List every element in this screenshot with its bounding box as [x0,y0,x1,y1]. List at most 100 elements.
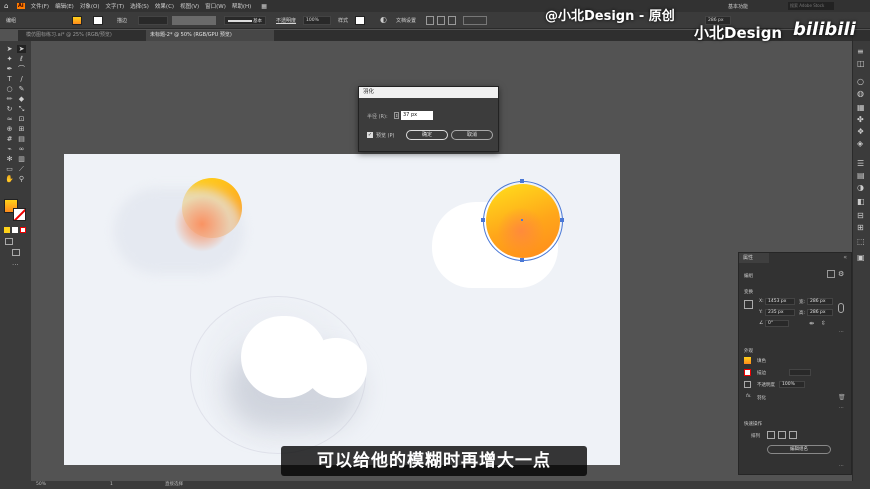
more-transform-icon[interactable]: ··· [839,329,844,335]
recolor-icon[interactable]: ◐ [380,15,387,24]
anchor-point-right[interactable] [560,218,564,222]
width-tool-icon[interactable]: ≈ [5,115,14,123]
angle-field[interactable]: 0° [765,320,789,327]
properties-dock-icon[interactable]: ≡ [857,47,864,56]
graphic-styles-dock-icon[interactable]: ◈ [857,139,863,148]
delete-effect-icon[interactable]: 🗑 [838,394,846,401]
free-transform-icon[interactable]: ⊡ [17,115,26,123]
align-right-icon[interactable] [448,16,456,25]
w-field[interactable]: 286 px [807,298,833,305]
screen-mode-icon[interactable] [12,249,20,256]
symbol-sprayer-icon[interactable]: ✻ [5,155,14,163]
x-field[interactable]: 1453 px [765,298,795,305]
swatches-dock-icon[interactable]: ▦ [857,103,865,112]
more-actions-icon[interactable]: ··· [839,463,844,469]
rotate-tool-icon[interactable]: ↻ [5,105,14,113]
align-center-icon[interactable] [437,16,445,25]
lasso-icon[interactable]: ℓ [17,55,26,63]
cancel-button[interactable]: 取消 [451,130,493,140]
artboard[interactable] [64,154,620,465]
workspace-switcher[interactable]: 基本功能 [728,3,748,10]
menu-type[interactable]: 文字(T) [105,2,124,10]
stroke-weight-input[interactable] [789,369,811,376]
type-tool-icon[interactable]: T [5,75,14,83]
blend-tool-icon[interactable]: ∞ [17,145,26,153]
page-nav[interactable]: 1 [110,481,113,489]
none-mode-icon[interactable] [20,227,26,233]
reference-point-icon[interactable] [744,300,753,309]
stroke-dock-icon[interactable]: ☰ [857,159,864,168]
effect-feather-label[interactable]: 羽化 [757,395,766,401]
arrange-forward-icon[interactable] [778,431,786,439]
pathfinder-dock-icon[interactable]: ⊞ [857,223,864,232]
tab-icon-practice[interactable]: 模仿图标练习.ai* @ 25% (RGB/预览) [22,30,142,41]
draw-mode-icon[interactable] [5,238,13,245]
selection-tool-icon[interactable]: ➤ [5,45,14,53]
constrain-proportions-icon[interactable] [838,303,844,313]
panel-close-icon[interactable]: « [843,254,847,261]
transform-dock-icon[interactable]: ⬚ [857,237,865,246]
menu-edit[interactable]: 编辑(E) [55,2,74,10]
preview-checkbox[interactable]: ✓ [367,132,373,138]
curvature-tool-icon[interactable]: ⌒ [17,65,26,73]
tab-untitled-2[interactable]: 未标题-2* @ 50% (RGB/GPU 预览) [146,30,274,41]
menu-view[interactable]: 视图(V) [180,2,199,10]
selection-bounding-circle[interactable] [483,181,563,261]
sun-cloud-icon-blurred[interactable] [114,178,254,274]
transparency-dock-icon[interactable]: ◑ [857,183,864,192]
fill-swatch[interactable] [72,16,82,25]
edit-group-button[interactable]: 编辑组名 [767,445,831,454]
perspective-grid-icon[interactable]: ⊞ [17,125,26,133]
radius-input[interactable]: 37 px [401,111,433,120]
hand-tool-icon[interactable]: ✋ [5,175,14,183]
center-point[interactable] [521,219,523,221]
flip-vertical-icon[interactable]: ⇳ [821,320,826,327]
opacity-field[interactable]: 100% [303,16,331,25]
appearance-dock-icon[interactable]: ◧ [857,197,865,206]
opacity-input[interactable]: 100% [779,381,805,388]
gradient-dock-icon[interactable]: ▤ [857,171,865,180]
layout-icon[interactable]: ▦ [261,3,267,10]
eyedropper-icon[interactable]: ⌁ [5,145,14,153]
graph-tool-icon[interactable]: ▥ [17,155,26,163]
anchor-point-left[interactable] [481,218,485,222]
search-stock-input[interactable]: 搜索 Adobe Stock [788,2,834,10]
color-mode-icon[interactable] [4,227,10,233]
zoom-tool-icon[interactable]: ⚲ [17,175,26,183]
direct-selection-tool-icon[interactable]: ➤ [17,45,26,53]
appearance-fill-swatch[interactable] [744,357,751,364]
more-tools-icon[interactable]: ··· [12,261,19,269]
slice-tool-icon[interactable]: ⟋ [17,165,26,173]
arrange-front-icon[interactable] [767,431,775,439]
h-field[interactable]: 286 px [807,309,833,316]
zoom-field[interactable]: 50% [36,481,46,489]
ok-button[interactable]: 确定 [406,130,448,140]
variable-width-field[interactable] [172,16,216,25]
pencil-icon[interactable]: ✏ [5,95,14,103]
flip-horizontal-icon[interactable]: ⇹ [809,320,814,327]
magic-wand-icon[interactable]: ✦ [5,55,14,63]
radius-stepper-icon[interactable]: ⇕ [394,112,399,119]
mesh-tool-icon[interactable]: # [5,135,14,143]
gradient-mode-icon[interactable] [12,227,18,233]
home-icon[interactable]: ⌂ [4,2,11,10]
artboard-tool-icon[interactable]: ▭ [5,165,14,173]
anchor-point-bottom[interactable] [520,258,524,262]
menu-effect[interactable]: 效果(C) [155,2,174,10]
more-appearance-icon[interactable]: ··· [839,405,844,411]
anchor-point-top[interactable] [520,179,524,183]
style-swatch[interactable] [355,16,365,25]
transform-again-button[interactable] [463,16,487,25]
align-dock-icon[interactable]: ⊟ [857,211,864,220]
appearance-stroke-swatch[interactable] [744,369,751,376]
brush-definition-field[interactable]: 基本 [224,16,266,25]
stroke-color-icon[interactable] [13,208,26,221]
properties-tab[interactable]: 属性 [739,253,769,263]
pen-tool-icon[interactable]: ✒ [5,65,14,73]
arrange-backward-icon[interactable] [789,431,797,439]
scale-tool-icon[interactable]: ⤡ [17,105,26,113]
shape-builder-icon[interactable]: ⊕ [5,125,14,133]
cloud-icon-bottom[interactable] [241,316,367,398]
isolate-icon[interactable] [827,270,835,278]
menu-select[interactable]: 选择(S) [130,2,149,10]
